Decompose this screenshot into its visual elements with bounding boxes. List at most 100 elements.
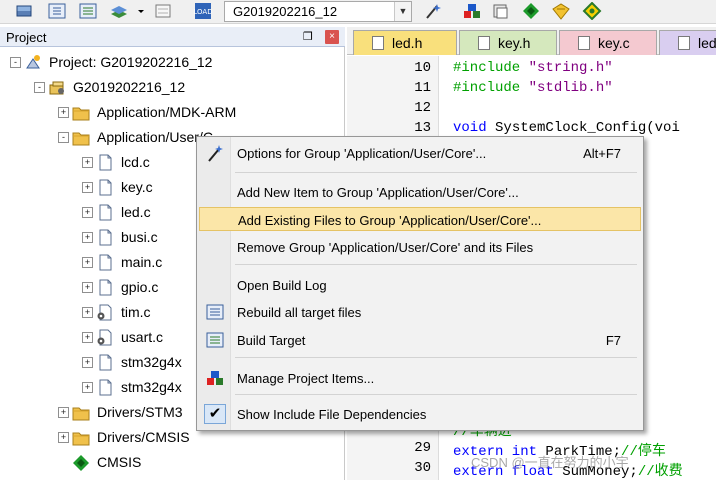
file-icon <box>96 179 114 196</box>
manage-components-icon[interactable] <box>462 2 482 20</box>
code-token: //收费 <box>637 464 683 480</box>
expand-icon[interactable]: + <box>82 332 93 343</box>
file-gear-icon <box>96 304 114 321</box>
diamond-icon[interactable] <box>521 2 541 20</box>
watermark: CSDN @一直在努力的小宇 <box>471 455 629 470</box>
tree-item-label: busi.c <box>121 229 158 245</box>
menu-item[interactable]: Options for Group 'Application/User/Core… <box>199 141 641 165</box>
file-icon <box>96 379 114 396</box>
line-number: 12 <box>414 100 431 116</box>
folder-icon <box>72 104 90 121</box>
close-icon[interactable]: × <box>325 30 339 44</box>
menu-item[interactable]: ✔ Show Include File Dependencies <box>199 402 641 426</box>
project-panel-header: Project ❒ × <box>0 27 345 47</box>
file-icon <box>578 36 590 50</box>
expand-icon[interactable]: + <box>82 232 93 243</box>
menu-item-shortcut: F7 <box>605 333 621 348</box>
toolbar: LOAD G2019202216_12 ▼ <box>0 0 716 24</box>
options-icon[interactable] <box>153 2 173 20</box>
tree-item[interactable]: - G2019202216_12 <box>34 77 340 99</box>
folder-icon <box>72 404 90 421</box>
menu-item-label: Build Target <box>237 333 306 348</box>
target-select[interactable]: G2019202216_12 ▼ <box>224 1 412 22</box>
expand-icon[interactable]: + <box>58 432 69 443</box>
check-icon: ✔ <box>204 404 226 424</box>
expand-icon[interactable]: + <box>82 357 93 368</box>
tree-item[interactable]: - Project: G2019202216_12 <box>10 52 340 74</box>
pin-icon[interactable]: ❒ <box>303 30 315 43</box>
tree-item-label: Drivers/CMSIS <box>97 429 190 445</box>
batch-build-icon[interactable] <box>78 2 98 20</box>
menu-item-label: Add Existing Files to Group 'Application… <box>238 213 542 228</box>
menu-item-label: Manage Project Items... <box>237 371 375 386</box>
editor-tab-label: key.c <box>598 35 630 51</box>
expand-icon[interactable]: + <box>82 257 93 268</box>
menu-item-label: Open Build Log <box>237 278 327 293</box>
menu-item[interactable]: Rebuild all target files <box>199 300 641 324</box>
menu-item[interactable]: Manage Project Items... <box>199 366 641 390</box>
menu-item[interactable]: Build Target F7 <box>199 328 641 352</box>
editor-tab[interactable]: led.h <box>353 30 457 55</box>
expand-icon[interactable]: + <box>82 282 93 293</box>
expand-icon[interactable]: + <box>58 407 69 418</box>
expand-icon[interactable]: + <box>82 382 93 393</box>
folder-icon <box>72 129 90 146</box>
menu-separator <box>235 394 637 395</box>
menu-item[interactable]: Remove Group 'Application/User/Core' and… <box>199 235 641 259</box>
tree-item-label: key.c <box>121 179 153 195</box>
menu-item-shortcut: Alt+F7 <box>583 146 621 161</box>
code-token: void <box>453 120 496 136</box>
tree-item-label: tim.c <box>121 304 151 320</box>
editor-tab[interactable]: key.c <box>559 30 657 55</box>
menu-item[interactable]: Add Existing Files to Group 'Application… <box>199 207 641 231</box>
line-number: 11 <box>414 80 431 96</box>
editor-tab[interactable]: led.c <box>659 30 716 55</box>
file-icon <box>96 254 114 271</box>
dropdown-arrow-icon[interactable] <box>131 2 144 20</box>
menu-separator <box>235 357 637 358</box>
tree-item-label: G2019202216_12 <box>73 79 186 95</box>
target-options-icon[interactable] <box>423 2 443 20</box>
layers-icon[interactable] <box>109 2 129 20</box>
expand-icon[interactable]: + <box>58 107 69 118</box>
menu-item[interactable]: Open Build Log <box>199 273 641 297</box>
tree-item-label: stm32g4x <box>121 354 182 370</box>
collapse-icon[interactable]: - <box>58 132 69 143</box>
rte-icon[interactable] <box>582 2 602 20</box>
editor-tab-label: key.h <box>498 35 531 51</box>
code-text: #include "string.h" <box>453 60 613 76</box>
folder-icon <box>72 429 90 446</box>
expand-icon[interactable]: + <box>82 182 93 193</box>
line-number: 13 <box>414 120 431 136</box>
download-icon[interactable]: LOAD <box>193 2 213 20</box>
batch-icon[interactable] <box>47 2 67 20</box>
expand-icon[interactable]: + <box>82 157 93 168</box>
editor-tab-label: led.c <box>698 35 716 51</box>
file-icon <box>96 154 114 171</box>
code-token: "string.h" <box>528 60 613 76</box>
tree-item-label: stm32g4x <box>121 379 182 395</box>
options-wand-icon <box>206 144 224 162</box>
target-select-value: G2019202216_12 <box>233 4 338 19</box>
pack-installer-icon[interactable] <box>551 2 571 20</box>
tree-item[interactable]: + Application/MDK-ARM <box>58 102 340 124</box>
target-icon <box>48 79 66 96</box>
editor-tab[interactable]: key.h <box>459 30 557 55</box>
file-icon <box>96 204 114 221</box>
collapse-icon[interactable]: - <box>34 82 45 93</box>
menu-item[interactable]: Add New Item to Group 'Application/User/… <box>199 180 641 204</box>
line-number: 30 <box>414 460 431 476</box>
tree-item-label: CMSIS <box>97 454 142 470</box>
code-token: #include <box>453 80 529 96</box>
book-icon[interactable] <box>491 2 511 20</box>
stack-icon[interactable] <box>14 2 34 20</box>
chevron-down-icon[interactable]: ▼ <box>394 2 411 21</box>
tree-item[interactable]: CMSIS <box>58 452 340 474</box>
expand-icon[interactable]: + <box>82 207 93 218</box>
file-icon <box>96 229 114 246</box>
menu-item-label: Rebuild all target files <box>237 305 362 320</box>
expand-icon[interactable]: + <box>82 307 93 318</box>
project-icon <box>24 54 42 71</box>
menu-item-label: Options for Group 'Application/User/Core… <box>237 146 487 161</box>
collapse-icon[interactable]: - <box>10 57 21 68</box>
